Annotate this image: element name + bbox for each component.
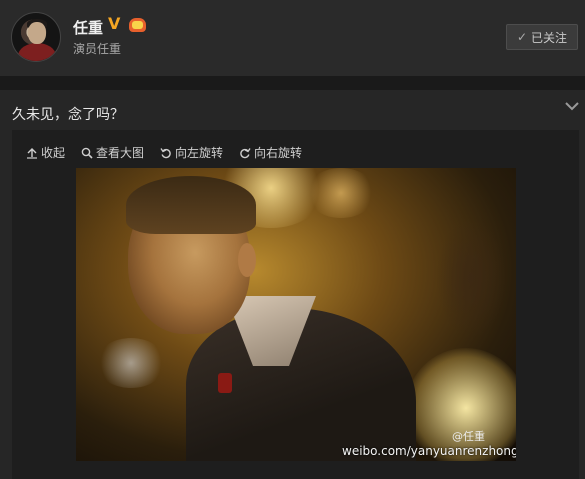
rotate-left-label: 向左旋转 <box>175 146 224 160</box>
separator <box>0 76 585 90</box>
avatar[interactable] <box>11 12 61 62</box>
post-text: 久未见，念了吗？ <box>12 107 124 123</box>
rotate-right-icon <box>240 147 251 158</box>
magnifier-icon <box>81 147 93 159</box>
rotate-left-button[interactable]: 向左旋转 <box>160 144 223 161</box>
post-photo[interactable]: @任重 weibo.com/yanyuanrenzhong <box>76 168 516 461</box>
profile-header: 任重 V 演员任重 ✓ 已关注 <box>0 0 585 76</box>
rotate-right-label: 向右旋转 <box>254 146 303 160</box>
view-large-label: 查看大图 <box>96 146 145 160</box>
check-icon: ✓ <box>516 30 528 44</box>
rotate-right-button[interactable]: 向右旋转 <box>239 144 302 161</box>
follow-label: 已关注 <box>531 30 568 45</box>
media-panel: 收起 查看大图 向左旋转 向右旋转 @任重 weibo.com/yanyuanr… <box>12 130 579 479</box>
profile-subtitle: 演员任重 <box>73 42 122 56</box>
watermark-url: weibo.com/yanyuanrenzhong <box>342 444 516 458</box>
watermark-logo: @任重 <box>452 430 485 443</box>
collapse-arrow-icon <box>27 147 37 159</box>
rotate-left-icon <box>160 147 171 158</box>
view-large-button[interactable]: 查看大图 <box>81 144 144 161</box>
profile-name[interactable]: 任重 <box>73 17 103 38</box>
follow-button[interactable]: ✓ 已关注 <box>506 24 578 50</box>
post-card: 久未见，念了吗？ 收起 查看大图 向左旋转 向右旋转 @任重 weibo.com… <box>0 90 585 479</box>
verified-icon: V <box>108 14 121 33</box>
media-toolbar: 收起 查看大图 向左旋转 向右旋转 <box>26 144 302 161</box>
collapse-button[interactable]: 收起 <box>26 144 65 161</box>
collapse-label: 收起 <box>41 146 66 160</box>
vip-icon <box>129 18 146 32</box>
chevron-down-icon[interactable] <box>564 98 580 112</box>
